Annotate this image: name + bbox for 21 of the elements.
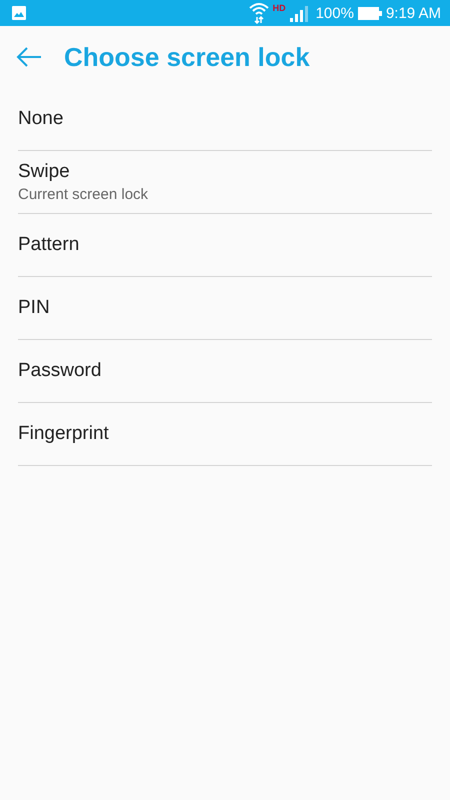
- battery-percent: 100%: [316, 4, 354, 22]
- lock-option[interactable]: None: [18, 88, 432, 151]
- option-label: None: [18, 108, 64, 130]
- network-label: HD: [272, 3, 286, 13]
- option-label: Swipe: [18, 161, 71, 183]
- back-button[interactable]: [16, 47, 42, 67]
- option-summary: Current screen lock: [18, 186, 150, 203]
- image-icon: [12, 6, 26, 20]
- clock: 9:19 AM: [386, 4, 441, 22]
- option-label: Pattern: [18, 234, 80, 256]
- lock-option[interactable]: Swipe Current screen lock: [18, 151, 432, 214]
- option-label: PIN: [18, 297, 51, 319]
- wifi-icon: [248, 2, 269, 24]
- lock-option[interactable]: PIN: [18, 277, 432, 340]
- lock-option[interactable]: Fingerprint: [18, 403, 432, 466]
- battery-icon: [358, 6, 382, 20]
- lock-option[interactable]: Pattern: [18, 214, 432, 277]
- option-label: Password: [18, 360, 102, 382]
- screen-title: Choose screen lock: [64, 42, 310, 72]
- lock-option[interactable]: Password: [18, 340, 432, 403]
- option-label: Fingerprint: [18, 423, 110, 445]
